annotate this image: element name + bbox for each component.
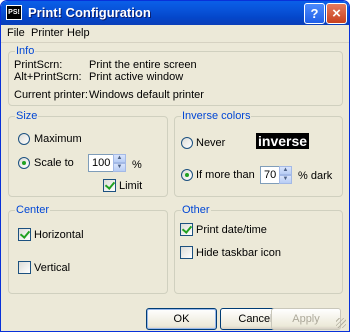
inverse-colors-group-title: Inverse colors <box>181 110 252 123</box>
hide-taskbar-label[interactable]: Hide taskbar icon <box>196 247 281 259</box>
info-value-current-printer: Windows default printer <box>89 89 204 101</box>
info-group-title: Info <box>15 45 36 58</box>
scale-stepper[interactable]: ▲ ▼ <box>113 154 126 172</box>
inverse-sample: inverse <box>256 133 310 149</box>
dark-threshold-input[interactable]: 70 <box>260 166 280 184</box>
scale-down-icon[interactable]: ▼ <box>113 163 126 172</box>
info-value-printscrn: Print the entire screen <box>89 59 197 71</box>
vertical-label[interactable]: Vertical <box>34 262 70 274</box>
menu-bar: File Printer Help <box>1 25 349 43</box>
size-group-title: Size <box>15 110 39 123</box>
scale-to-radio[interactable] <box>18 157 30 169</box>
title-bar[interactable]: PS! Print! Configuration ? × <box>1 1 349 25</box>
info-key-printscrn: PrintScrn: <box>14 59 63 71</box>
window-title: Print! Configuration <box>28 5 151 20</box>
menu-help[interactable]: Help <box>67 27 90 39</box>
if-more-than-label[interactable]: If more than <box>196 169 255 181</box>
ok-button[interactable]: OK <box>146 308 217 330</box>
print-date-checkbox[interactable] <box>180 223 193 236</box>
scale-value-input[interactable]: 100 <box>88 154 114 172</box>
dark-unit: % dark <box>298 170 333 182</box>
limit-label[interactable]: Limit <box>119 180 142 192</box>
menu-file[interactable]: File <box>7 27 25 39</box>
never-radio[interactable] <box>181 137 193 149</box>
maximum-label[interactable]: Maximum <box>34 133 82 145</box>
horizontal-label[interactable]: Horizontal <box>34 229 84 241</box>
dark-up-icon[interactable]: ▲ <box>279 166 292 175</box>
print-date-label[interactable]: Print date/time <box>196 224 267 236</box>
scale-unit: % <box>132 159 142 171</box>
info-value-alt-printscrn: Print active window <box>89 71 184 83</box>
menu-printer[interactable]: Printer <box>31 27 63 39</box>
resize-grip[interactable] <box>336 318 346 328</box>
close-button[interactable]: × <box>326 3 347 24</box>
dark-threshold-stepper[interactable]: ▲ ▼ <box>279 166 292 184</box>
configuration-window: PS! Print! Configuration ? × File Printe… <box>0 0 350 332</box>
never-label[interactable]: Never <box>196 137 225 149</box>
app-icon: PS! <box>6 5 22 20</box>
hide-taskbar-checkbox[interactable] <box>180 246 193 259</box>
other-group-title: Other <box>181 204 211 217</box>
limit-checkbox[interactable] <box>103 179 116 192</box>
info-key-alt-printscrn: Alt+PrintScrn: <box>14 71 82 83</box>
maximum-radio[interactable] <box>18 133 30 145</box>
dark-down-icon[interactable]: ▼ <box>279 175 292 184</box>
if-more-than-radio[interactable] <box>181 169 193 181</box>
scale-to-label[interactable]: Scale to <box>34 157 74 169</box>
center-group: Center <box>8 204 168 294</box>
apply-button[interactable]: Apply <box>271 308 341 330</box>
vertical-checkbox[interactable] <box>18 261 31 274</box>
help-button[interactable]: ? <box>304 3 325 24</box>
center-group-title: Center <box>15 204 51 217</box>
inverse-colors-group: Inverse colors <box>174 110 343 197</box>
horizontal-checkbox[interactable] <box>18 228 31 241</box>
info-key-current-printer: Current printer: <box>14 89 88 101</box>
scale-up-icon[interactable]: ▲ <box>113 154 126 163</box>
